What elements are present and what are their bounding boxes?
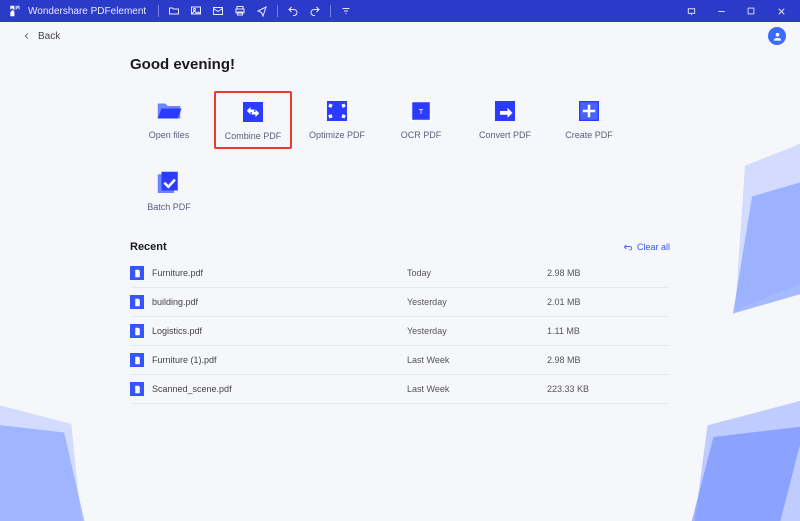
file-date: Yesterday bbox=[407, 297, 547, 307]
tile-label: Batch PDF bbox=[147, 202, 191, 212]
action-tiles-row-2: Batch PDF bbox=[130, 163, 670, 221]
window-maximize-button[interactable] bbox=[736, 0, 766, 22]
decoration-shape bbox=[684, 389, 800, 521]
file-date: Yesterday bbox=[407, 326, 547, 336]
window-close-button[interactable] bbox=[766, 0, 796, 22]
back-button[interactable]: Back bbox=[22, 31, 60, 42]
ocr-pdf-icon: T bbox=[406, 96, 436, 126]
app-logo-icon bbox=[8, 4, 22, 18]
convert-pdf-icon bbox=[490, 96, 520, 126]
batch-pdf-icon bbox=[154, 168, 184, 198]
window-compact-button[interactable] bbox=[676, 0, 706, 22]
clear-all-label: Clear all bbox=[637, 242, 670, 252]
decoration-shape bbox=[0, 422, 93, 521]
content-area: Good evening! Open files Combine PDF Optim… bbox=[0, 46, 800, 404]
pdf-file-icon bbox=[130, 295, 144, 309]
tile-batch-pdf[interactable]: Batch PDF bbox=[130, 163, 208, 221]
greeting-title: Good evening! bbox=[130, 56, 670, 73]
combine-pdf-icon bbox=[238, 97, 268, 127]
tile-label: OCR PDF bbox=[401, 130, 442, 140]
tile-label: Optimize PDF bbox=[309, 130, 365, 140]
file-date: Last Week bbox=[407, 355, 547, 365]
pdf-file-icon bbox=[130, 353, 144, 367]
toolbar-print-icon[interactable] bbox=[229, 0, 251, 22]
toolbar-mail-icon[interactable] bbox=[207, 0, 229, 22]
pdf-file-icon bbox=[130, 382, 144, 396]
file-size: 2.01 MB bbox=[547, 297, 670, 307]
decoration-shape bbox=[0, 393, 88, 521]
file-name: Furniture.pdf bbox=[152, 268, 407, 278]
back-label: Back bbox=[38, 31, 60, 42]
tile-optimize-pdf[interactable]: Optimize PDF bbox=[298, 91, 376, 149]
file-date: Last Week bbox=[407, 384, 547, 394]
tile-label: Convert PDF bbox=[479, 130, 531, 140]
file-date: Today bbox=[407, 268, 547, 278]
app-name: Wondershare PDFelement bbox=[28, 6, 146, 17]
window-minimize-button[interactable] bbox=[706, 0, 736, 22]
file-size: 1.11 MB bbox=[547, 326, 670, 336]
titlebar: Wondershare PDFelement bbox=[0, 0, 800, 22]
open-files-icon bbox=[154, 96, 184, 126]
pdf-file-icon bbox=[130, 266, 144, 280]
clear-all-button[interactable]: Clear all bbox=[623, 242, 670, 252]
user-avatar-button[interactable] bbox=[768, 27, 786, 45]
user-icon bbox=[772, 31, 783, 42]
tile-label: Create PDF bbox=[565, 130, 613, 140]
recent-header: Recent Clear all bbox=[130, 241, 670, 253]
toolbar-share-icon[interactable] bbox=[251, 0, 273, 22]
optimize-pdf-icon bbox=[322, 96, 352, 126]
decoration-shape bbox=[680, 426, 800, 521]
toolbar-customize-icon[interactable] bbox=[335, 0, 357, 22]
clear-icon bbox=[623, 242, 633, 252]
svg-text:T: T bbox=[419, 107, 424, 116]
toolbar-undo-icon[interactable] bbox=[282, 0, 304, 22]
recent-row[interactable]: Scanned_scene.pdfLast Week223.33 KB bbox=[130, 375, 670, 404]
tile-create-pdf[interactable]: Create PDF bbox=[550, 91, 628, 149]
action-tiles-row: Open files Combine PDF Optimize PDF T OCR PD… bbox=[130, 91, 670, 149]
tile-ocr-pdf[interactable]: T OCR PDF bbox=[382, 91, 460, 149]
toolbar-redo-icon[interactable] bbox=[304, 0, 326, 22]
toolbar-open-icon[interactable] bbox=[163, 0, 185, 22]
tile-label: Open files bbox=[149, 130, 190, 140]
recent-row[interactable]: building.pdfYesterday2.01 MB bbox=[130, 288, 670, 317]
pdf-file-icon bbox=[130, 324, 144, 338]
file-name: Logistics.pdf bbox=[152, 326, 407, 336]
recent-row[interactable]: Furniture.pdfToday2.98 MB bbox=[130, 259, 670, 288]
separator bbox=[158, 5, 159, 17]
tile-open-files[interactable]: Open files bbox=[130, 91, 208, 149]
file-size: 223.33 KB bbox=[547, 384, 670, 394]
file-size: 2.98 MB bbox=[547, 268, 670, 278]
tile-label: Combine PDF bbox=[225, 131, 282, 141]
recent-row[interactable]: Furniture (1).pdfLast Week2.98 MB bbox=[130, 346, 670, 375]
toolbar-image-icon[interactable] bbox=[185, 0, 207, 22]
recent-title: Recent bbox=[130, 241, 167, 253]
file-name: building.pdf bbox=[152, 297, 407, 307]
file-name: Scanned_scene.pdf bbox=[152, 384, 407, 394]
file-size: 2.98 MB bbox=[547, 355, 670, 365]
create-pdf-icon bbox=[574, 96, 604, 126]
separator bbox=[277, 5, 278, 17]
separator bbox=[330, 5, 331, 17]
recent-list: Furniture.pdfToday2.98 MBbuilding.pdfYes… bbox=[130, 259, 670, 404]
back-row: Back bbox=[0, 22, 800, 46]
recent-row[interactable]: Logistics.pdfYesterday1.11 MB bbox=[130, 317, 670, 346]
tile-combine-pdf[interactable]: Combine PDF bbox=[214, 91, 292, 149]
tile-convert-pdf[interactable]: Convert PDF bbox=[466, 91, 544, 149]
arrow-left-icon bbox=[22, 31, 32, 41]
file-name: Furniture (1).pdf bbox=[152, 355, 407, 365]
